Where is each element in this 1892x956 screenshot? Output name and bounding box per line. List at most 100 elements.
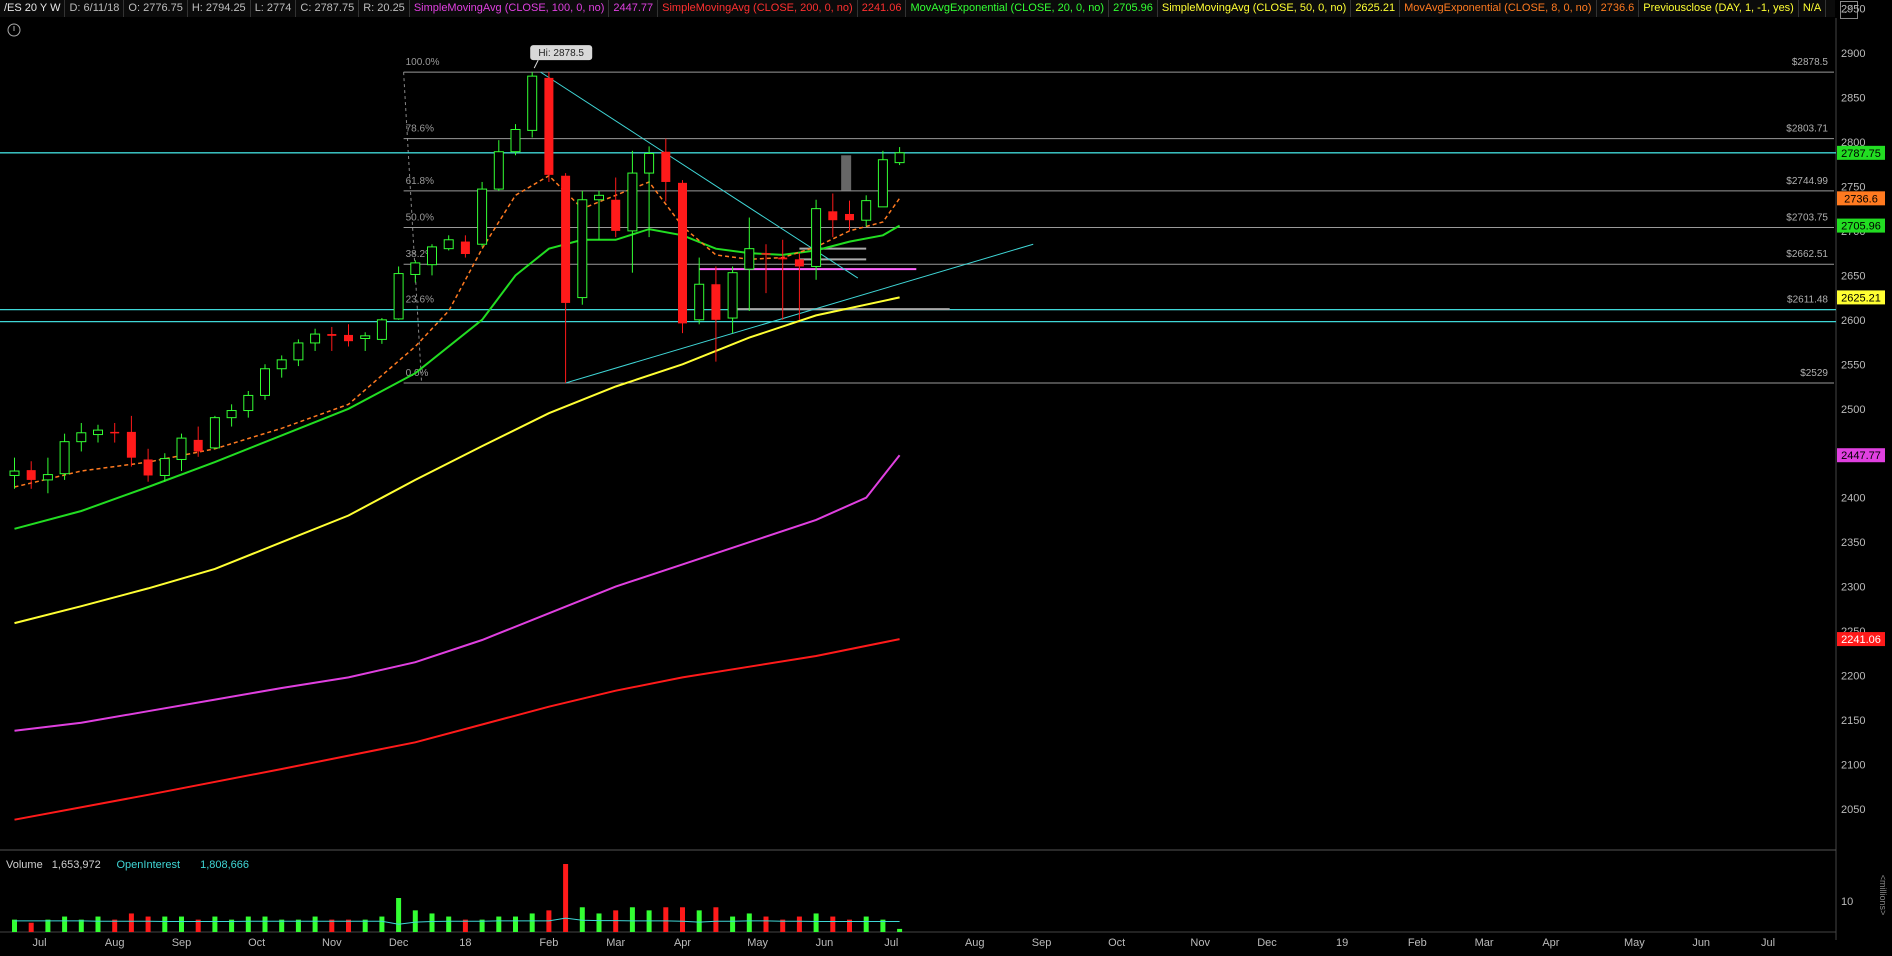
price-tick-label: 2950 [1841,4,1865,16]
volume-bar [830,916,836,932]
volume-bar [78,919,84,932]
candle-body [477,188,488,245]
candle-body [778,257,788,260]
hi-label-text: Hi: 2878.5 [538,48,584,59]
candle-body [611,199,621,231]
volume-bar [429,913,435,932]
price-tick-label: 2900 [1841,48,1865,60]
fib-price-label: $2703.75 [1786,213,1828,224]
candle-body [577,199,588,299]
candle-body [143,459,153,476]
volume-bar [212,916,218,932]
volume-bar [680,907,685,932]
axis-price-label: 2787.75 [1841,148,1881,160]
price-tick-label: 2550 [1841,359,1865,371]
price-tick-label: 2650 [1841,270,1865,282]
candle-body [744,248,755,270]
volume-bar [763,916,769,932]
candle-body [193,439,203,452]
price-tick-label: 2050 [1841,804,1865,816]
candle-body [159,458,170,476]
fib-price-label: $2529 [1800,368,1828,379]
volume-bar [496,916,502,932]
price-tick-label: 2400 [1841,493,1865,505]
time-tick-label: Jul [884,937,898,949]
volume-bar [312,916,318,932]
candle-body [209,417,220,449]
candle-body [594,194,604,201]
fib-price-label: $2662.51 [1786,249,1828,260]
candle-body [727,272,738,319]
time-tick-label: 18 [459,937,471,949]
candle-body [694,283,705,321]
volume-bar [28,922,34,932]
time-tick-label: Aug [105,937,125,949]
volume-bar [713,907,719,932]
time-tick-label: Nov [322,937,342,949]
volume-bar [245,916,251,932]
time-tick-label: Oct [248,937,265,949]
candle-body [443,239,454,250]
price-chart[interactable]: 2050210021502200225023002350240024502500… [0,0,1892,956]
volume-header-oi-val: 1,808,666 [200,859,249,871]
price-tick-label: 2500 [1841,404,1865,416]
volume-bar [379,916,385,932]
candle-body [226,410,237,419]
volume-bar [663,907,669,932]
price-pane [0,18,1836,850]
volume-bar [12,919,17,932]
time-tick-label: May [1624,937,1645,949]
candle-body [42,474,53,481]
volume-header-volume-val: 1,653,972 [52,859,101,871]
time-tick-label: Jun [816,937,834,949]
candle-body [711,284,721,320]
fib-pct-label: 78.6% [406,124,434,135]
volume-bar [145,916,151,932]
time-tick-label: Feb [539,937,558,949]
candle-body [861,200,872,221]
volume-bar [162,916,168,932]
price-tick-label: 2200 [1841,671,1865,683]
time-tick-label: Aug [965,937,985,949]
candle-body [243,394,254,412]
time-tick-label: Dec [389,937,409,949]
candle-body [59,441,70,475]
volume-header-oi-label: OpenInterest [117,859,181,871]
fib-price-label: $2878.5 [1792,57,1829,68]
candle-body [410,262,421,275]
candle-body [310,333,321,344]
volume-bar [613,910,619,932]
candle-body [110,431,120,434]
volume-bar [396,898,402,932]
candle-body [510,128,521,153]
axis-price-label: 2736.6 [1844,193,1878,205]
time-tick-label: Nov [1190,937,1210,949]
volume-bar [863,916,869,932]
time-tick-label: Dec [1257,937,1277,949]
time-tick-label: Jul [1761,937,1775,949]
candle-body [176,437,187,460]
price-tick-label: 2300 [1841,582,1865,594]
fib-pct-label: 50.0% [406,213,434,224]
axis-price-label: 2241.06 [1841,634,1881,646]
time-tick-label: Oct [1108,937,1125,949]
candle-body [811,208,822,267]
price-tick-label: 2150 [1841,715,1865,727]
candle-body [393,273,404,320]
time-tick-label: Apr [1542,937,1559,949]
volume-bar [563,864,569,932]
candle-body [76,432,87,443]
fib-pct-label: 61.8% [406,176,434,187]
candle-body [544,77,554,175]
axis-price-label: 2447.77 [1841,450,1881,462]
candle-body [93,429,103,436]
volume-bar [446,916,452,932]
candle-body [360,335,371,340]
volume-bar [95,916,101,932]
candle-body [877,159,888,208]
candle-body [661,151,671,182]
time-tick-label: Jul [33,937,47,949]
candle-body [327,334,337,336]
price-tick-label: 2850 [1841,92,1865,104]
volume-bar [128,913,134,932]
